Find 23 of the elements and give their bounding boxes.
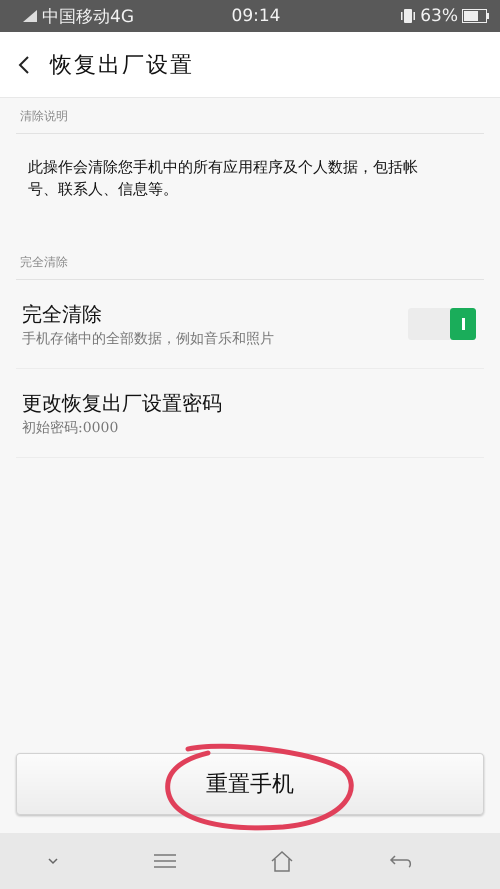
section-heading: 清除说明 [16,98,484,134]
option-title: 更改恢复出厂设置密码 [22,390,222,416]
reset-phone-button[interactable]: 重置手机 [16,753,484,815]
battery-icon [462,9,490,23]
settings-row[interactable]: 完全清除 手机存储中的全部数据，例如音乐和照片 [16,280,484,369]
page-title: 恢复出厂设置 [50,52,194,80]
option-subtitle: 手机存储中的全部数据，例如音乐和照片 [22,330,274,348]
carrier-name: 中国移动4G [42,6,134,28]
signal-icon [22,9,38,23]
option-title: 完全清除 [22,300,103,328]
home-icon[interactable] [270,850,294,872]
back-arrow-icon[interactable] [388,854,413,868]
settings-row[interactable]: 更改恢复出厂设置密码 初始密码:0000 [16,369,484,458]
toggle-switch[interactable] [408,308,476,340]
clock-time: 09:14 [232,6,280,26]
vibrate-icon [400,8,416,24]
option-subtitle: 初始密码:0000 [22,418,120,436]
description-text: 此操作会清除您手机中的所有应用程序及个人数据，包括帐号、联系人、信息等。 [28,157,419,200]
back-icon [18,54,30,74]
battery-percent: 63% [420,6,458,26]
section-heading: 完全清除 [16,244,484,280]
chevron-down-icon[interactable] [47,857,60,865]
menu-icon[interactable] [154,854,176,868]
